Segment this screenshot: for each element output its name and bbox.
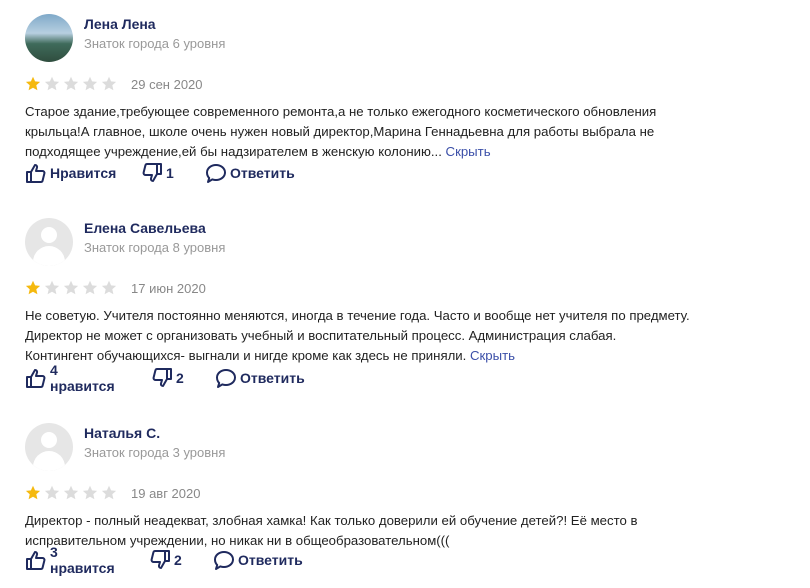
hide-link[interactable]: Скрыть [470,348,515,363]
avatar[interactable] [25,423,73,471]
star-icon [101,76,117,92]
author-level: Знаток города 6 уровня [84,36,226,51]
dislike-count: 1 [166,165,174,181]
author-level: Знаток города 8 уровня [84,240,226,255]
dislike-count: 2 [174,552,182,568]
thumbs-up-icon [25,162,47,184]
star-icon [25,485,41,501]
review-text-line: подходящее учреждение,ей бы надзирателем… [25,142,795,162]
author-name[interactable]: Елена Савельева [84,220,206,236]
dislike-button[interactable]: 1 [141,162,174,184]
speech-bubble-icon [205,162,227,184]
thumbs-up-icon [25,549,47,571]
star-icon [82,485,98,501]
reply-label: Ответить [238,552,303,568]
author-name[interactable]: Лена Лена [84,16,156,32]
reply-button[interactable]: Ответить [215,367,305,389]
star-icon [63,485,79,501]
review-text-line: Не советую. Учителя постоянно меняются, … [25,308,690,323]
speech-bubble-icon [213,549,235,571]
review-date: 17 июн 2020 [131,281,206,296]
reply-button[interactable]: Ответить [213,549,303,571]
like-label: 3 нравится [50,544,115,576]
like-button[interactable]: Нравится [25,162,116,184]
review-text-line: Контингент обучающихся- выгнали и нигде … [25,346,795,366]
review-text-line: исправительном учреждении, но никак ни в… [25,533,450,548]
author-name[interactable]: Наталья С. [84,425,160,441]
thumbs-down-icon [149,549,171,571]
reply-button[interactable]: Ответить [205,162,295,184]
review-text: Не советую. Учителя постоянно меняются, … [25,306,795,366]
star-icon [63,76,79,92]
dislike-button[interactable]: 2 [151,367,184,389]
star-icon [25,280,41,296]
dislike-button[interactable]: 2 [149,549,182,571]
star-icon [63,280,79,296]
review-text: Старое здание,требующее современного рем… [25,102,795,162]
speech-bubble-icon [215,367,237,389]
dislike-count: 2 [176,370,184,386]
avatar[interactable] [25,14,73,62]
thumbs-up-icon [25,367,47,389]
star-icon [82,76,98,92]
review-text-tail: подходящее учреждение,ей бы надзирателем… [25,144,442,159]
review-text-line: Директор - полный неадекват, злобная хам… [25,513,638,528]
review-date: 29 сен 2020 [131,77,203,92]
hide-link[interactable]: Скрыть [446,144,491,159]
thumbs-down-icon [151,367,173,389]
review-text-line: Директор не может с организовать учебный… [25,328,617,343]
reply-label: Ответить [230,165,295,181]
star-icon [44,76,60,92]
like-button[interactable]: 4 нравится [25,362,115,394]
star-icon [101,485,117,501]
like-label: 4 нравится [50,362,115,394]
thumbs-down-icon [141,162,163,184]
author-level: Знаток города 3 уровня [84,445,226,460]
star-icon [44,280,60,296]
avatar[interactable] [25,218,73,266]
reply-label: Ответить [240,370,305,386]
review-date: 19 авг 2020 [131,486,201,501]
like-label: Нравится [50,165,117,181]
review-text-line: Старое здание,требующее современного рем… [25,104,657,119]
star-icon [25,76,41,92]
star-icon [44,485,60,501]
star-icon [101,280,117,296]
star-icon [82,280,98,296]
review-text-line: крыльца!А главное, школе очень нужен нов… [25,124,655,139]
review-text: Директор - полный неадекват, злобная хам… [25,511,795,551]
review-text-tail: Контингент обучающихся- выгнали и нигде … [25,348,467,363]
like-button[interactable]: 3 нравится [25,544,115,576]
